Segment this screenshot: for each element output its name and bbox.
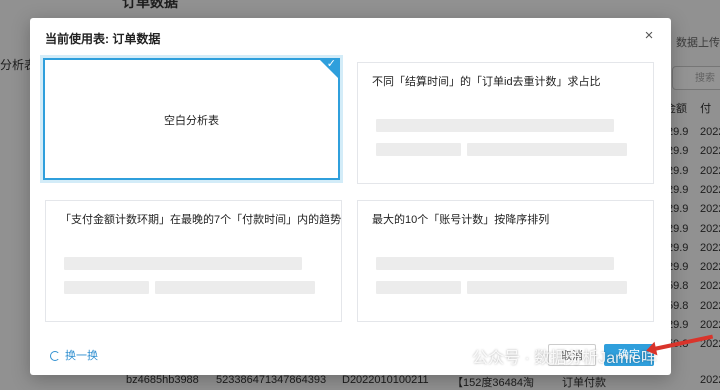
- refresh-button[interactable]: 换一换: [50, 347, 98, 363]
- template-card-blank[interactable]: 空白分析表 ✓: [40, 55, 343, 183]
- placeholder-bar: [467, 143, 627, 156]
- placeholder-bar: [467, 281, 627, 294]
- refresh-icon: [50, 351, 60, 361]
- placeholder-bar: [376, 281, 461, 294]
- watermark-text: 公众号 · 数据分析Jamie咩: [472, 350, 657, 367]
- template-card-label: 「支付金额计数环期」在最晚的7个「付款时间」内的趋势: [60, 214, 342, 226]
- placeholder-bar: [376, 257, 614, 270]
- placeholder-bar: [64, 281, 149, 294]
- close-button[interactable]: ×: [640, 27, 658, 45]
- template-card-label: 空白分析表: [164, 115, 219, 127]
- placeholder-bar: [376, 119, 614, 132]
- wechat-icon: [450, 349, 466, 365]
- refresh-label: 换一换: [65, 350, 98, 362]
- watermark: 公众号 · 数据分析Jamie咩: [450, 344, 657, 368]
- template-card-trend[interactable]: 「支付金额计数环期」在最晚的7个「付款时间」内的趋势: [45, 200, 342, 322]
- template-card-share[interactable]: 不同「结算时间」的「订单id去重计数」求占比: [357, 62, 654, 184]
- dialog-title: 当前使用表: 订单数据: [45, 32, 161, 46]
- placeholder-bar: [64, 257, 302, 270]
- placeholder-bar: [376, 143, 461, 156]
- template-card-label: 最大的10个「账号计数」按降序排列: [372, 214, 550, 226]
- template-card-label: 不同「结算时间」的「订单id去重计数」求占比: [372, 76, 601, 88]
- placeholder-bar: [155, 281, 315, 294]
- check-icon: ✓: [326, 58, 336, 70]
- template-picker-dialog: 当前使用表: 订单数据 × 空白分析表 ✓ 不同「结算时间」的「订单id去重计数…: [30, 18, 671, 375]
- template-card-top10[interactable]: 最大的10个「账号计数」按降序排列: [357, 200, 654, 322]
